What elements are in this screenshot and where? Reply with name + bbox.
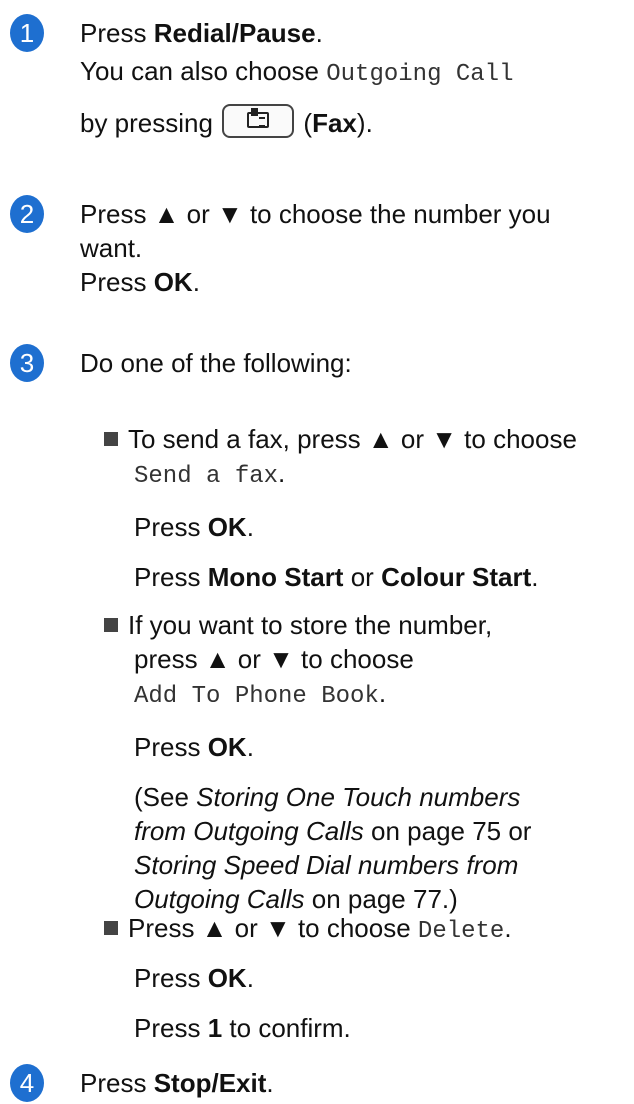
redial-pause-key: Redial/Pause — [153, 18, 316, 48]
reference-speed-dial: Storing Speed Dial numbers from — [134, 850, 519, 880]
send-a-fax-menu: Send a fax — [134, 463, 279, 490]
bullet-square-icon — [104, 618, 118, 632]
option-3-ok-line: Press OK. — [134, 963, 254, 993]
option-2-line-2: press ▲ or ▼ to choose — [134, 644, 414, 674]
outgoing-call-menu: Outgoing Call — [326, 61, 514, 88]
reference-one-touch: Storing One Touch numbers — [196, 782, 521, 812]
step-number-2: 2 — [10, 195, 44, 233]
delete-menu: Delete — [417, 918, 505, 945]
ok-key: OK — [207, 963, 247, 993]
option-1-start-line: Press Mono Start or Colour Start. — [134, 562, 539, 592]
step-number-4: 4 — [10, 1064, 44, 1102]
colour-start-key: Colour Start — [381, 562, 532, 592]
option-2-ref-line-3: Storing Speed Dial numbers from — [134, 848, 628, 882]
step-1-body: Press Redial/Pause. You can also choose … — [80, 16, 628, 140]
bullet-square-icon — [104, 921, 118, 935]
step-4-body: Press Stop/Exit. — [80, 1068, 274, 1098]
step-2-body: Press ▲ or ▼ to choose the number you wa… — [80, 197, 628, 299]
option-3-body: Press OK. Press 1 to confirm. — [134, 961, 628, 1045]
step-number-3: 3 — [10, 344, 44, 382]
mono-start-key: Mono Start — [207, 562, 344, 592]
option-2-menu-line: Add To Phone Book. — [134, 678, 387, 710]
one-key: 1 — [207, 1013, 223, 1043]
stop-exit-key: Stop/Exit — [153, 1068, 267, 1098]
step-2-line-1: Press ▲ or ▼ to choose the number you — [80, 199, 551, 229]
option-1-ok-line: Press OK. — [134, 512, 254, 542]
step-2-line-3: Press OK. — [80, 267, 200, 297]
option-2-bullet-line: If you want to store the number, — [104, 608, 628, 642]
step-1-line-1: Press Redial/Pause. — [80, 18, 323, 48]
option-2-ref-line-1: (See Storing One Touch numbers — [134, 782, 521, 812]
step-2-line-2: want. — [80, 233, 143, 263]
bullet-square-icon — [104, 432, 118, 446]
option-2-ref-line-2: from Outgoing Calls on page 75 or — [134, 816, 532, 846]
ok-key: OK — [207, 512, 247, 542]
option-1-body: Send a fax. Press OK. Press Mono Start o… — [134, 456, 628, 594]
option-2-body: press ▲ or ▼ to choose Add To Phone Book… — [134, 642, 628, 916]
option-1-bullet-line: To send a fax, press ▲ or ▼ to choose — [104, 422, 628, 456]
option-3-confirm-line: Press 1 to confirm. — [134, 1013, 351, 1043]
fax-key-icon — [222, 104, 295, 138]
option-3-bullet-line: Press ▲ or ▼ to choose Delete. — [104, 911, 628, 949]
fax-key-label: Fax — [312, 108, 357, 138]
step-3-intro: Do one of the following: — [80, 348, 352, 378]
ok-key: OK — [207, 732, 247, 762]
add-to-phone-book-menu: Add To Phone Book — [134, 683, 379, 710]
ok-key: OK — [153, 267, 193, 297]
option-1-menu-line: Send a fax. — [134, 458, 286, 490]
option-2-ok-line: Press OK. — [134, 732, 254, 762]
step-1-line-3: by pressing (Fax). — [80, 104, 628, 140]
step-number-1: 1 — [10, 14, 44, 52]
step-1-line-2: You can also choose Outgoing Call — [80, 56, 514, 88]
